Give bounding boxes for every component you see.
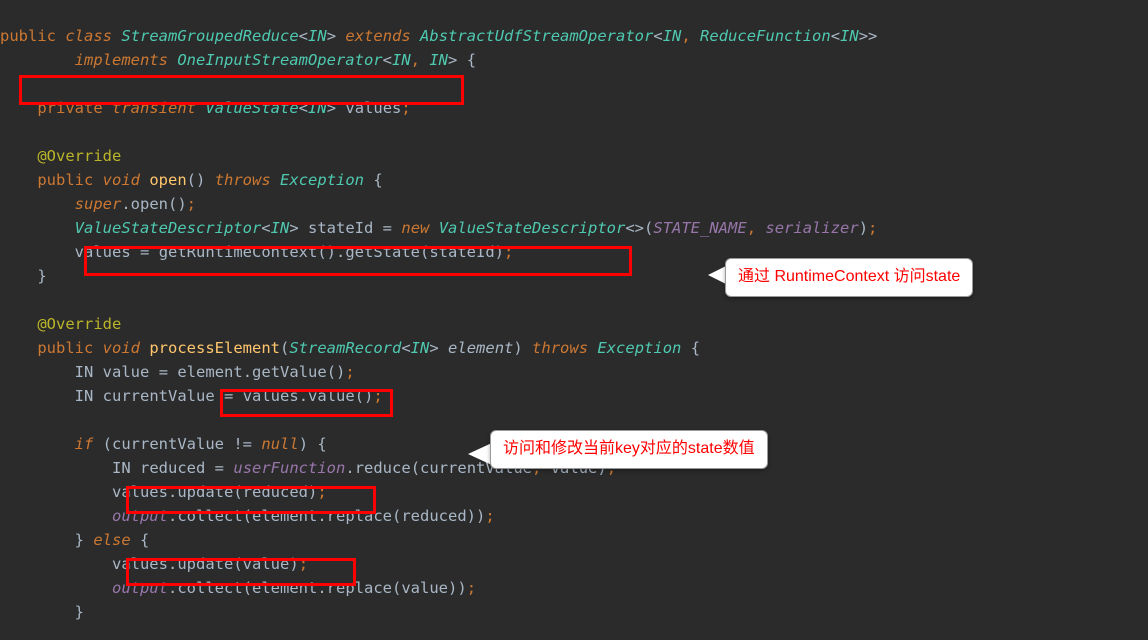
keyword-if: if: [75, 435, 94, 453]
method-reduce: reduce: [355, 459, 411, 477]
method-getstate: getState: [345, 243, 420, 261]
super-call: super: [75, 195, 122, 213]
type-vsd: ValueStateDescriptor: [75, 219, 262, 237]
annotation-override: @Override: [37, 147, 121, 165]
keyword-class: class: [65, 27, 112, 45]
method-replace: replace: [327, 507, 392, 525]
method-update: update: [177, 483, 233, 501]
keyword-implements: implements: [75, 51, 168, 69]
callout-2: 访问和修改当前key对应的state数值: [490, 430, 768, 469]
keyword-null: null: [261, 435, 298, 453]
field-output: output: [112, 507, 168, 525]
method-collect: collect: [177, 507, 242, 525]
keyword-extends: extends: [345, 27, 410, 45]
method-getruntimecontext: getRuntimeContext: [159, 243, 318, 261]
callout-1-text: 通过 RuntimeContext 访问state: [738, 268, 960, 285]
method-processelement: processElement: [149, 339, 280, 357]
method-value: value: [308, 387, 355, 405]
type-valuestate: ValueState: [205, 99, 298, 117]
field-values: values: [345, 99, 401, 117]
param-element: element: [448, 339, 513, 357]
annotation-override: @Override: [37, 315, 121, 333]
keyword-transient: transient: [112, 99, 196, 117]
method-getvalue: getValue: [252, 363, 327, 381]
const-statename: STATE_NAME: [653, 219, 746, 237]
keyword-private: private: [37, 99, 102, 117]
class-name: StreamGroupedReduce: [121, 27, 298, 45]
keyword-public: public: [0, 27, 56, 45]
type-oneinput: OneInputStreamOperator: [177, 51, 382, 69]
type-abstract: AbstractUdfStreamOperator: [420, 27, 653, 45]
field-userfunction: userFunction: [233, 459, 345, 477]
callout-1: 通过 RuntimeContext 访问state: [725, 258, 973, 297]
method-update: update: [177, 555, 233, 573]
method-open: open: [149, 171, 186, 189]
keyword-else: else: [93, 531, 130, 549]
field-serializer: serializer: [765, 219, 858, 237]
callout-2-text: 访问和修改当前key对应的state数值: [503, 440, 755, 457]
code-editor[interactable]: public class StreamGroupedReduce<IN> ext…: [0, 0, 1148, 624]
generic-in: IN: [308, 27, 327, 45]
type-streamrecord: StreamRecord: [289, 339, 401, 357]
